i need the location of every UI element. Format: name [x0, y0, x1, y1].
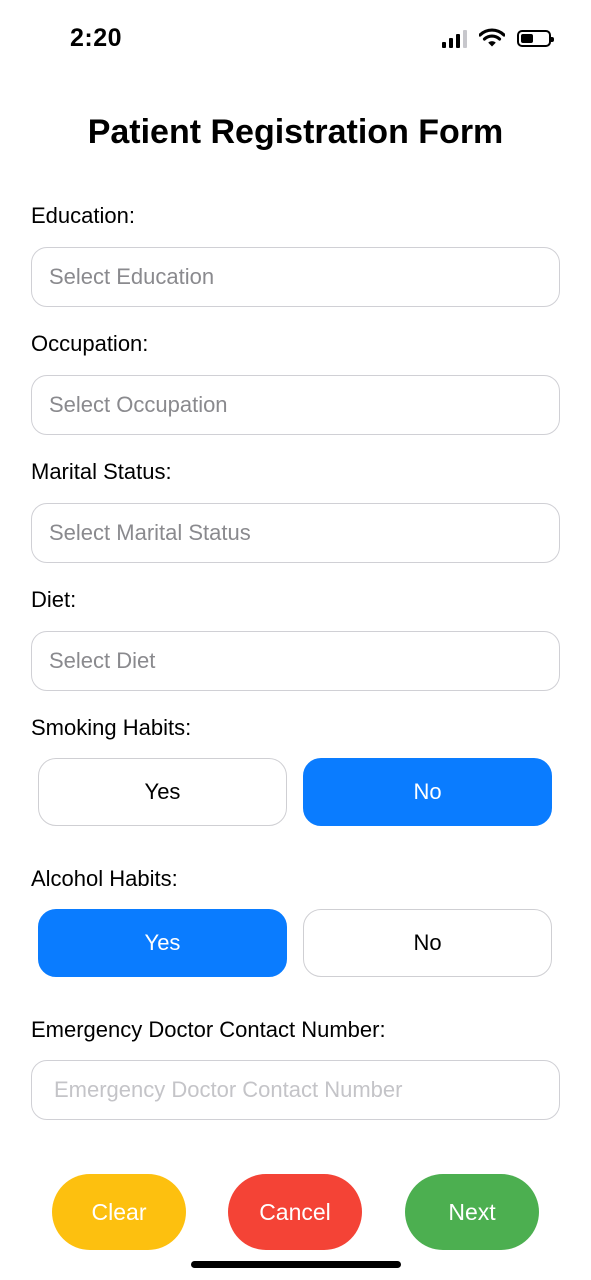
smoking-yes-button[interactable]: Yes: [38, 758, 287, 826]
battery-icon: [517, 29, 554, 47]
occupation-select[interactable]: Select Occupation: [31, 375, 560, 435]
cancel-button[interactable]: Cancel: [228, 1174, 362, 1250]
cellular-signal-icon: [442, 28, 467, 48]
education-select[interactable]: Select Education: [31, 247, 560, 307]
education-label: Education:: [31, 203, 135, 228]
occupation-label: Occupation:: [31, 331, 149, 356]
next-button[interactable]: Next: [405, 1174, 539, 1250]
clear-button[interactable]: Clear: [52, 1174, 186, 1250]
alcohol-yes-button[interactable]: Yes: [38, 909, 287, 977]
marital-status-select[interactable]: Select Marital Status: [31, 503, 560, 563]
emergency-contact-label: Emergency Doctor Contact Number:: [31, 1017, 386, 1042]
page-title: Patient Registration Form: [87, 113, 504, 151]
status-icons: [442, 28, 554, 48]
home-indicator: [191, 1261, 401, 1268]
diet-select[interactable]: Select Diet: [31, 631, 560, 691]
smoking-no-button[interactable]: No: [303, 758, 552, 826]
status-time: 2:20: [70, 24, 123, 52]
emergency-contact-input[interactable]: [31, 1060, 560, 1120]
smoking-habits-label: Smoking Habits:: [31, 715, 192, 740]
wifi-icon: [479, 28, 505, 47]
marital-status-label: Marital Status:: [31, 459, 172, 484]
alcohol-habits-label: Alcohol Habits:: [31, 866, 178, 891]
diet-label: Diet:: [31, 587, 77, 612]
status-bar: 2:20: [0, 0, 591, 80]
alcohol-no-button[interactable]: No: [303, 909, 552, 977]
